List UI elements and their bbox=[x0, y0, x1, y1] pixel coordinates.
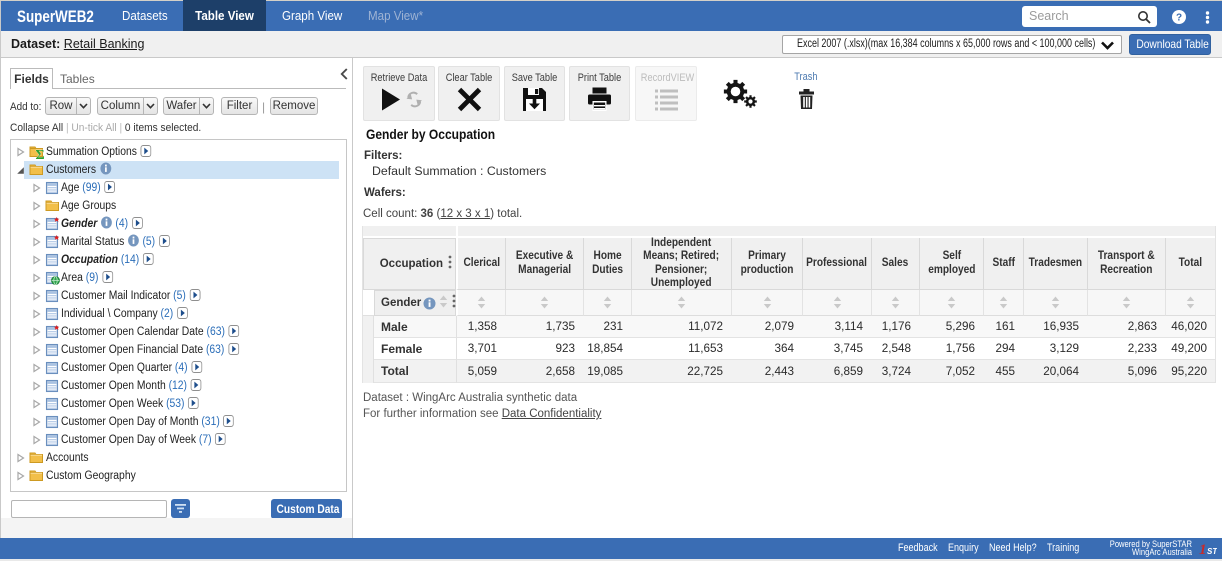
svg-text:Σ: Σ bbox=[36, 148, 45, 159]
svg-text:?: ? bbox=[1176, 13, 1182, 24]
svg-text:ST: ST bbox=[1207, 547, 1217, 556]
svg-text:1: 1 bbox=[1199, 542, 1207, 557]
